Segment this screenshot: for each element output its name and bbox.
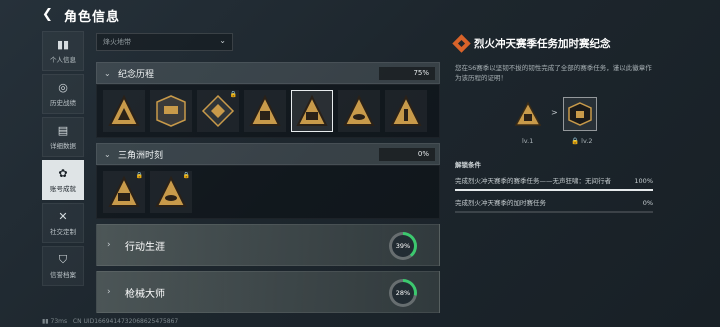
achievement-badge[interactable]: 🔒: [150, 171, 192, 213]
chevron-right-icon: ›: [107, 240, 111, 250]
mode-filter-dropdown[interactable]: 烽火地带 ⌄: [96, 33, 233, 51]
badge-icon: [568, 102, 592, 126]
category-name: 行动生涯: [125, 241, 165, 253]
achievement-badge[interactable]: 🔒: [197, 90, 239, 132]
badge-icon: [156, 95, 186, 127]
sidebar-item-label: 社交定制: [50, 227, 76, 236]
condition-percent: 100%: [634, 177, 653, 185]
level2-text: lv.2: [581, 137, 593, 145]
achievement-badge[interactable]: [150, 90, 192, 132]
category-progress: 75%: [379, 67, 435, 80]
progress-ring: 39%: [389, 232, 417, 260]
dropdown-value: 烽火地带: [103, 38, 131, 46]
badge-icon: [296, 94, 328, 126]
condition-progress-bar: [455, 211, 653, 213]
chevron-down-icon: ⌄: [104, 149, 111, 159]
badge-icon: [515, 102, 541, 126]
badge-icon: [108, 94, 140, 126]
chevron-down-icon: ⌄: [219, 36, 226, 45]
badge-row: 🔒 🔒: [96, 165, 440, 219]
sidebar: ▮▮ 个人信息 ◎ 历史战绩 ▤ 详细数据 ✿ 账号成就 ✕ 社交定制 ⛉ 信誉…: [42, 31, 84, 289]
top-bar: ❮ 角色信息: [0, 0, 720, 30]
condition-text: 完成烈火冲天赛季的赛季任务——无声狂啸：无间行者: [455, 177, 611, 185]
shield-heart-icon: ⛉: [58, 252, 68, 266]
sidebar-item-personal-info[interactable]: ▮▮ 个人信息: [42, 31, 84, 71]
medal-icon: ✿: [58, 166, 68, 180]
detail-title-text: 烈火冲天赛季任务加时赛纪念: [474, 38, 611, 50]
crossed-tools-icon: ✕: [58, 209, 68, 223]
chevron-right-icon: ›: [107, 287, 111, 297]
level-arrow: >: [551, 108, 558, 117]
level2-badge[interactable]: [563, 97, 597, 131]
sidebar-item-achievements[interactable]: ✿ 账号成就: [42, 160, 84, 200]
condition-item: 完成烈火冲天赛季的加时赛任务 0%: [455, 199, 653, 213]
condition-percent: 0%: [642, 199, 653, 207]
diamond-icon: [452, 34, 471, 53]
lock-icon: 🔒: [571, 137, 580, 145]
category-action-career[interactable]: › 行动生涯 39%: [96, 224, 440, 266]
sidebar-item-detailed-data[interactable]: ▤ 详细数据: [42, 117, 84, 157]
achievement-badge[interactable]: 🔒: [103, 171, 145, 213]
conditions-title: 解锁条件: [455, 161, 481, 169]
condition-item: 完成烈火冲天赛季的赛季任务——无声狂啸：无间行者 100%: [455, 177, 653, 191]
category-memorial: ⌄ 纪念历程 75% 🔒: [96, 62, 440, 138]
level1-badge[interactable]: [511, 97, 545, 131]
status-footer: ▮▮ 73ms CN UID1669414732068625475867: [42, 318, 178, 325]
category-delta-moments: ⌄ 三角洲时刻 0% 🔒 🔒: [96, 143, 440, 219]
achievement-detail-panel: 烈火冲天赛季任务加时赛纪念 您在S6赛季以坚韧不拔的韧性完成了全部的赛季任务，谨…: [452, 34, 655, 213]
condition-text: 完成烈火冲天赛季的加时赛任务: [455, 199, 546, 207]
sidebar-item-label: 信誉档案: [50, 270, 76, 279]
achievement-badge[interactable]: [291, 90, 333, 132]
sidebar-item-social[interactable]: ✕ 社交定制: [42, 203, 84, 243]
sidebar-item-history[interactable]: ◎ 历史战绩: [42, 74, 84, 114]
achievement-badge[interactable]: [385, 90, 427, 132]
badge-icon: [155, 175, 187, 207]
level-progression: > lv.1 🔒 lv.2: [455, 97, 655, 149]
level1-label: lv.1: [522, 137, 534, 145]
lock-icon: 🔒: [182, 172, 190, 179]
sidebar-item-label: 个人信息: [50, 55, 76, 64]
sidebar-item-label: 账号成就: [50, 184, 76, 193]
back-arrow-icon[interactable]: ❮: [42, 8, 56, 22]
progress-ring: 28%: [389, 279, 417, 307]
condition-progress-bar: [455, 189, 653, 191]
category-name: 纪念历程: [118, 69, 155, 80]
badge-icon: [201, 94, 235, 128]
lock-icon: 🔒: [135, 172, 143, 179]
sidebar-item-label: 历史战绩: [50, 98, 76, 107]
badge-icon: [343, 94, 375, 126]
detail-description: 您在S6赛季以坚韧不拔的韧性完成了全部的赛季任务，谨以此徽章作为该历程的证明！: [455, 64, 652, 82]
progress-ring-label: 39%: [392, 235, 414, 257]
achievement-badge[interactable]: [244, 90, 286, 132]
category-weapon-master[interactable]: › 枪械大师 28%: [96, 271, 440, 313]
category-name: 枪械大师: [125, 288, 165, 300]
badge-icon: [108, 175, 140, 207]
bar-chart-icon: ▮▮: [56, 37, 70, 51]
chevron-down-icon: ⌄: [104, 68, 111, 78]
achievement-list[interactable]: ⌄ 纪念历程 75% 🔒 ⌄ 三角洲时刻 0% 🔒 🔒 › 行动生涯 39% › …: [96, 62, 440, 327]
progress-ring-label: 28%: [392, 282, 414, 304]
ping-value: 73ms: [50, 318, 68, 325]
achievement-badge[interactable]: [338, 90, 380, 132]
sidebar-item-label: 详细数据: [50, 141, 76, 150]
category-header[interactable]: ⌄ 三角洲时刻 0%: [96, 143, 440, 165]
target-icon: ◎: [58, 80, 68, 94]
category-header[interactable]: ⌄ 纪念历程 75%: [96, 62, 440, 84]
page-title: 角色信息: [64, 10, 121, 25]
category-progress: 0%: [379, 148, 435, 161]
level2-label: 🔒 lv.2: [571, 137, 593, 145]
category-name: 三角洲时刻: [118, 150, 164, 161]
uid-text: CN UID1669414732068625475867: [72, 318, 179, 325]
detail-title: 烈火冲天赛季任务加时赛纪念: [452, 34, 655, 53]
badge-row: 🔒: [96, 84, 440, 138]
sidebar-item-reputation[interactable]: ⛉ 信誉档案: [42, 246, 84, 286]
badge-icon: [249, 94, 281, 126]
achievement-badge[interactable]: [103, 90, 145, 132]
badge-icon: [390, 94, 422, 126]
lock-icon: 🔒: [229, 91, 237, 98]
document-icon: ▤: [57, 123, 69, 137]
signal-icon: ▮▮: [42, 318, 49, 325]
